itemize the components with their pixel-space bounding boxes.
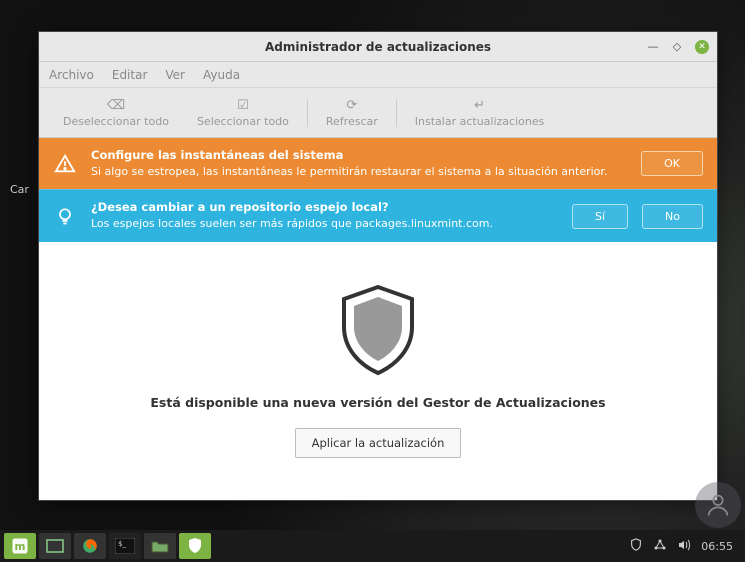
deselect-label: Deseleccionar todo bbox=[63, 115, 169, 128]
shield-icon bbox=[336, 283, 420, 377]
volume-icon[interactable] bbox=[677, 538, 691, 555]
snapshot-ok-button[interactable]: OK bbox=[641, 151, 703, 176]
install-updates-button[interactable]: ↵ Instalar actualizaciones bbox=[401, 98, 559, 128]
mirror-banner: ¿Desea cambiar a un repositorio espejo l… bbox=[39, 189, 717, 241]
menu-edit[interactable]: Editar bbox=[112, 68, 148, 82]
mirror-banner-title: ¿Desea cambiar a un repositorio espejo l… bbox=[91, 200, 558, 216]
titlebar[interactable]: Administrador de actualizaciones — ◇ ✕ bbox=[39, 32, 717, 62]
tray-shield-icon[interactable] bbox=[629, 538, 643, 555]
files-launcher[interactable] bbox=[144, 533, 176, 559]
toolbar-separator bbox=[396, 99, 397, 127]
terminal-launcher[interactable]: $_ bbox=[109, 533, 141, 559]
snapshot-banner: Configure las instantáneas del sistema S… bbox=[39, 138, 717, 189]
mint-logo-icon: m bbox=[11, 537, 29, 555]
window-title: Administrador de actualizaciones bbox=[265, 40, 491, 54]
warning-icon bbox=[53, 153, 77, 175]
terminal-icon: $_ bbox=[115, 538, 135, 554]
refresh-icon: ⟳ bbox=[346, 98, 357, 113]
toolbar: ⌫ Deseleccionar todo ☑ Seleccionar todo … bbox=[39, 88, 717, 138]
download-icon: ↵ bbox=[474, 98, 485, 113]
install-label: Instalar actualizaciones bbox=[415, 115, 545, 128]
update-manager-launcher[interactable] bbox=[179, 533, 211, 559]
select-all-icon: ☑ bbox=[237, 98, 249, 113]
network-icon[interactable] bbox=[653, 538, 667, 555]
apply-update-button[interactable]: Aplicar la actualización bbox=[295, 428, 462, 458]
svg-text:$_: $_ bbox=[118, 540, 126, 548]
desktop-label-fragment: Car bbox=[10, 183, 29, 196]
snapshot-banner-desc: Si algo se estropea, las instantáneas le… bbox=[91, 165, 627, 180]
snapshot-banner-title: Configure las instantáneas del sistema bbox=[91, 148, 627, 164]
show-desktop-button[interactable] bbox=[39, 533, 71, 559]
refresh-label: Refrescar bbox=[326, 115, 378, 128]
mirror-no-button[interactable]: No bbox=[642, 204, 703, 229]
minimize-button[interactable]: — bbox=[647, 41, 659, 53]
menu-file[interactable]: Archivo bbox=[49, 68, 94, 82]
menu-help[interactable]: Ayuda bbox=[203, 68, 240, 82]
content-area: Está disponible una nueva versión del Ge… bbox=[39, 242, 717, 500]
firefox-launcher[interactable] bbox=[74, 533, 106, 559]
desktop-icon bbox=[46, 539, 64, 553]
clock[interactable]: 06:55 bbox=[701, 540, 733, 553]
update-manager-window: Administrador de actualizaciones — ◇ ✕ A… bbox=[38, 31, 718, 501]
lightbulb-icon bbox=[53, 206, 77, 226]
start-menu-button[interactable]: m bbox=[4, 533, 36, 559]
shield-check-icon bbox=[188, 538, 202, 554]
system-tray: 06:55 bbox=[629, 538, 741, 555]
update-available-message: Está disponible una nueva versión del Ge… bbox=[150, 395, 605, 410]
folder-icon bbox=[151, 539, 169, 553]
menu-view[interactable]: Ver bbox=[165, 68, 185, 82]
refresh-button[interactable]: ⟳ Refrescar bbox=[312, 98, 392, 128]
deselect-all-button[interactable]: ⌫ Deseleccionar todo bbox=[49, 98, 183, 128]
clear-icon: ⌫ bbox=[107, 98, 125, 113]
menubar: Archivo Editar Ver Ayuda bbox=[39, 62, 717, 88]
toolbar-separator bbox=[307, 99, 308, 127]
select-label: Seleccionar todo bbox=[197, 115, 289, 128]
taskbar: m $_ 06:55 bbox=[0, 530, 745, 562]
maximize-button[interactable]: ◇ bbox=[671, 41, 683, 53]
close-button[interactable]: ✕ bbox=[695, 40, 709, 54]
svg-text:m: m bbox=[15, 541, 26, 553]
mirror-banner-desc: Los espejos locales suelen ser más rápid… bbox=[91, 217, 558, 232]
user-switcher-icon[interactable] bbox=[695, 482, 741, 528]
firefox-icon bbox=[81, 537, 99, 555]
select-all-button[interactable]: ☑ Seleccionar todo bbox=[183, 98, 303, 128]
mirror-yes-button[interactable]: Sí bbox=[572, 204, 628, 229]
